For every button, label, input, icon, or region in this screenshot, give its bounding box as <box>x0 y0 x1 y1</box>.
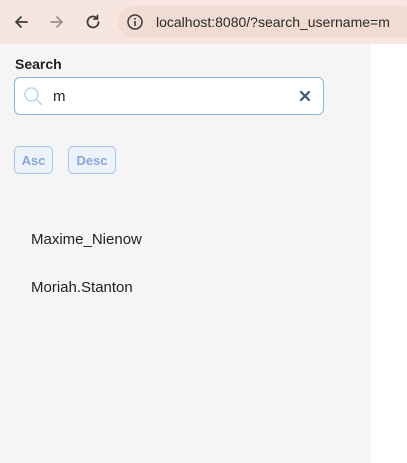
sort-asc-button[interactable]: Asc <box>14 146 53 174</box>
search-field[interactable] <box>14 77 324 115</box>
search-label: Search <box>15 56 62 72</box>
search-panel: Search Asc Desc Maxime_Nienow Moriah.Sta… <box>0 44 371 463</box>
forward-button[interactable] <box>43 8 71 36</box>
search-icon <box>24 87 42 105</box>
list-item[interactable]: Maxime_Nienow <box>31 231 142 248</box>
info-icon[interactable] <box>126 13 144 31</box>
url-text[interactable]: localhost:8080/?search_username=m <box>156 6 390 38</box>
list-item[interactable]: Moriah.Stanton <box>31 279 133 296</box>
sort-desc-button[interactable]: Desc <box>68 146 116 174</box>
back-button[interactable] <box>7 8 35 36</box>
arrow-right-icon <box>50 16 63 28</box>
browser-toolbar: localhost:8080/?search_username=m <box>0 0 407 44</box>
reload-button[interactable] <box>79 8 107 36</box>
search-input[interactable] <box>53 86 283 106</box>
close-icon[interactable] <box>299 90 311 102</box>
address-bar[interactable]: localhost:8080/?search_username=m <box>118 6 407 38</box>
arrow-left-icon <box>15 16 28 28</box>
reload-icon <box>86 14 100 29</box>
